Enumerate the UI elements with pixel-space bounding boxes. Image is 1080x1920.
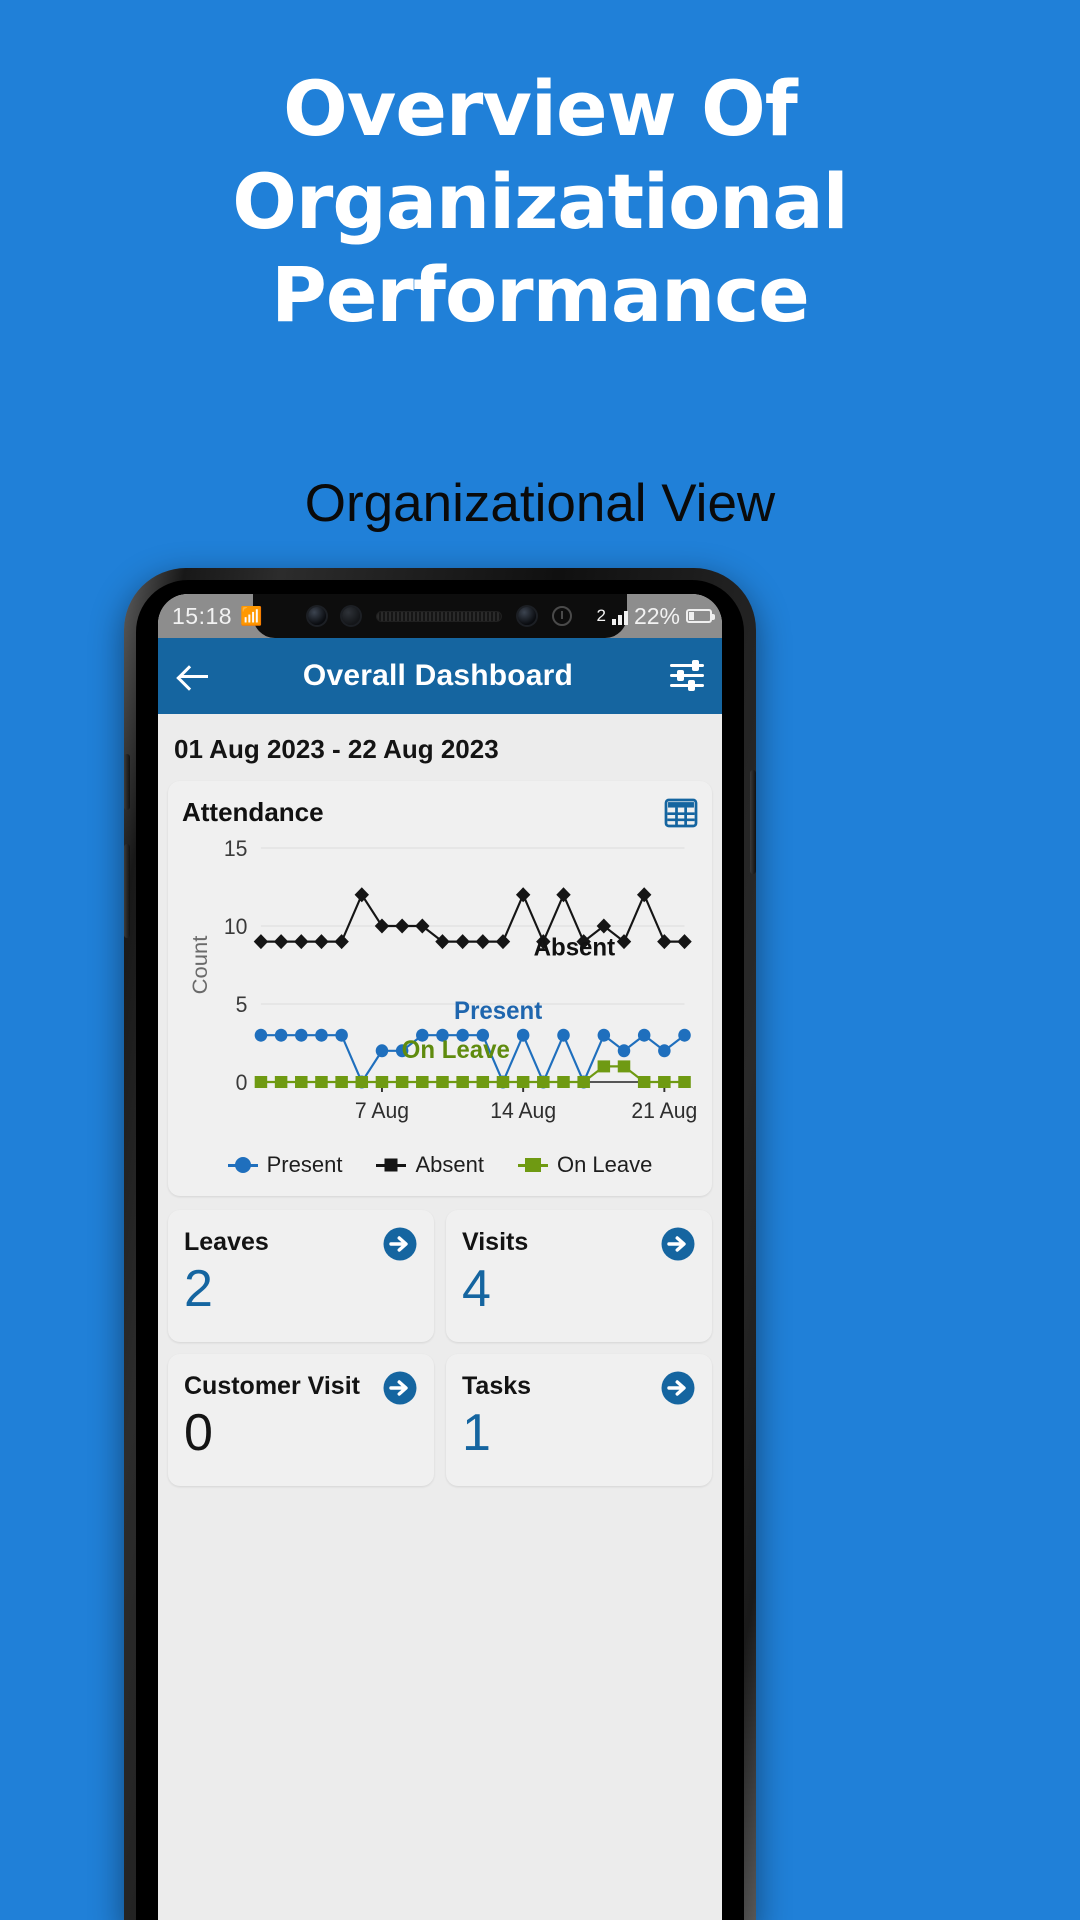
metric-card-tasks[interactable]: Tasks 1	[446, 1354, 712, 1486]
earpiece-speaker	[376, 610, 502, 622]
proximity-sensor-icon	[342, 607, 360, 625]
attendance-chart-svg: 0 5 10 15 Count 7 Aug 14 Aug 21 Aug Absent Presen…	[187, 836, 697, 1123]
attendance-card: Attendance 0 5 10 15 Count 7 Aug 14 Aug 21 Aug A…	[168, 781, 712, 1196]
phone-screen: 15:18 📶 2 22% Overall Dashboard 01 Aug 2…	[158, 594, 722, 1920]
y-axis-tick: 5	[236, 992, 248, 1017]
app-bar: Overall Dashboard	[158, 638, 722, 714]
poster-canvas: Overview Of Organizational Performance O…	[0, 0, 1080, 1920]
signal-strength-icon	[611, 607, 628, 625]
headline: Overview Of Organizational Performance	[0, 62, 1080, 341]
status-bar-right: 2 22%	[596, 594, 715, 638]
headline-line-1: Overview Of	[283, 64, 798, 153]
phone-button-left-lower	[124, 844, 130, 938]
status-bar-left: 15:18 📶	[158, 594, 262, 638]
battery-percent-label: 22%	[633, 603, 680, 629]
table-grid-icon[interactable]	[664, 798, 698, 828]
legend-item-present[interactable]: Present	[227, 1152, 343, 1178]
front-camera-icon	[308, 607, 326, 625]
subheadline: Organizational View	[304, 474, 776, 533]
metric-card-leaves[interactable]: Leaves 2	[168, 1210, 434, 1342]
legend-marker-present	[227, 1157, 258, 1173]
y-axis-tick: 0	[236, 1070, 248, 1095]
back-arrow-icon[interactable]	[176, 658, 212, 694]
arrow-circle-right-icon[interactable]	[660, 1226, 696, 1262]
legend-label-on-leave: On Leave	[556, 1152, 653, 1177]
chart-annotation-present: Present	[454, 997, 542, 1025]
secondary-camera-icon	[518, 607, 536, 625]
arrow-circle-right-icon[interactable]	[382, 1370, 418, 1406]
status-bar-clock: 15:18	[172, 603, 233, 629]
y-axis-label: Count	[187, 936, 212, 995]
phone-button-left-upper	[124, 754, 130, 810]
series-absent	[253, 887, 692, 950]
bluetooth-icon: 📶	[240, 606, 263, 626]
battery-icon	[686, 609, 715, 623]
metric-card-grid: Leaves 2 Visits 4 Customer Visit 0 Tasks…	[158, 1196, 722, 1486]
legend-item-on-leave[interactable]: On Leave	[517, 1152, 653, 1178]
headline-line-3: Performance	[271, 250, 810, 339]
page-title: Overall Dashboard	[302, 659, 574, 692]
metric-value: 4	[462, 1260, 491, 1318]
series-on-leave	[254, 1060, 691, 1088]
x-axis-tick: 7 Aug	[355, 1098, 409, 1123]
metric-card-visits[interactable]: Visits 4	[446, 1210, 712, 1342]
y-axis-tick: 15	[224, 836, 248, 861]
legend-marker-absent	[376, 1158, 407, 1172]
chart-legend: Present Absent On Leave	[182, 1152, 698, 1178]
metric-value: 2	[184, 1260, 213, 1318]
light-sensor-icon	[552, 606, 572, 626]
chart-annotation-on-leave: On Leave	[402, 1036, 510, 1064]
y-axis-tick: 10	[224, 914, 248, 939]
date-range-label[interactable]: 01 Aug 2023 - 22 Aug 2023	[158, 714, 722, 781]
phone-notch	[253, 594, 627, 638]
chart-annotation-absent: Absent	[534, 934, 615, 962]
legend-item-absent[interactable]: Absent	[376, 1152, 484, 1178]
attendance-card-header: Attendance	[182, 797, 698, 828]
attendance-card-title: Attendance	[182, 797, 324, 827]
dashboard-body: 01 Aug 2023 - 22 Aug 2023 Attendance 0 5…	[158, 714, 722, 1920]
arrow-circle-right-icon[interactable]	[660, 1370, 696, 1406]
network-type-label: 2	[596, 606, 606, 625]
headline-line-2: Organizational	[232, 157, 849, 246]
phone-button-right	[750, 770, 756, 874]
legend-label-present: Present	[266, 1152, 343, 1177]
legend-label-absent: Absent	[415, 1152, 484, 1177]
metric-value: 0	[184, 1404, 213, 1462]
filter-sliders-icon[interactable]	[670, 660, 704, 691]
metric-value: 1	[462, 1404, 491, 1462]
phone-mockup: 15:18 📶 2 22% Overall Dashboard 01 Aug 2…	[124, 568, 756, 1920]
arrow-circle-right-icon[interactable]	[382, 1226, 418, 1262]
legend-marker-on-leave	[517, 1158, 548, 1172]
status-bar: 15:18 📶 2 22%	[158, 594, 722, 638]
x-axis-tick: 14 Aug	[490, 1098, 556, 1123]
x-axis-tick: 21 Aug	[631, 1098, 697, 1123]
metric-card-customer-visit[interactable]: Customer Visit 0	[168, 1354, 434, 1486]
attendance-line-chart: 0 5 10 15 Count 7 Aug 14 Aug 21 Aug Absent Presen…	[182, 834, 698, 1134]
